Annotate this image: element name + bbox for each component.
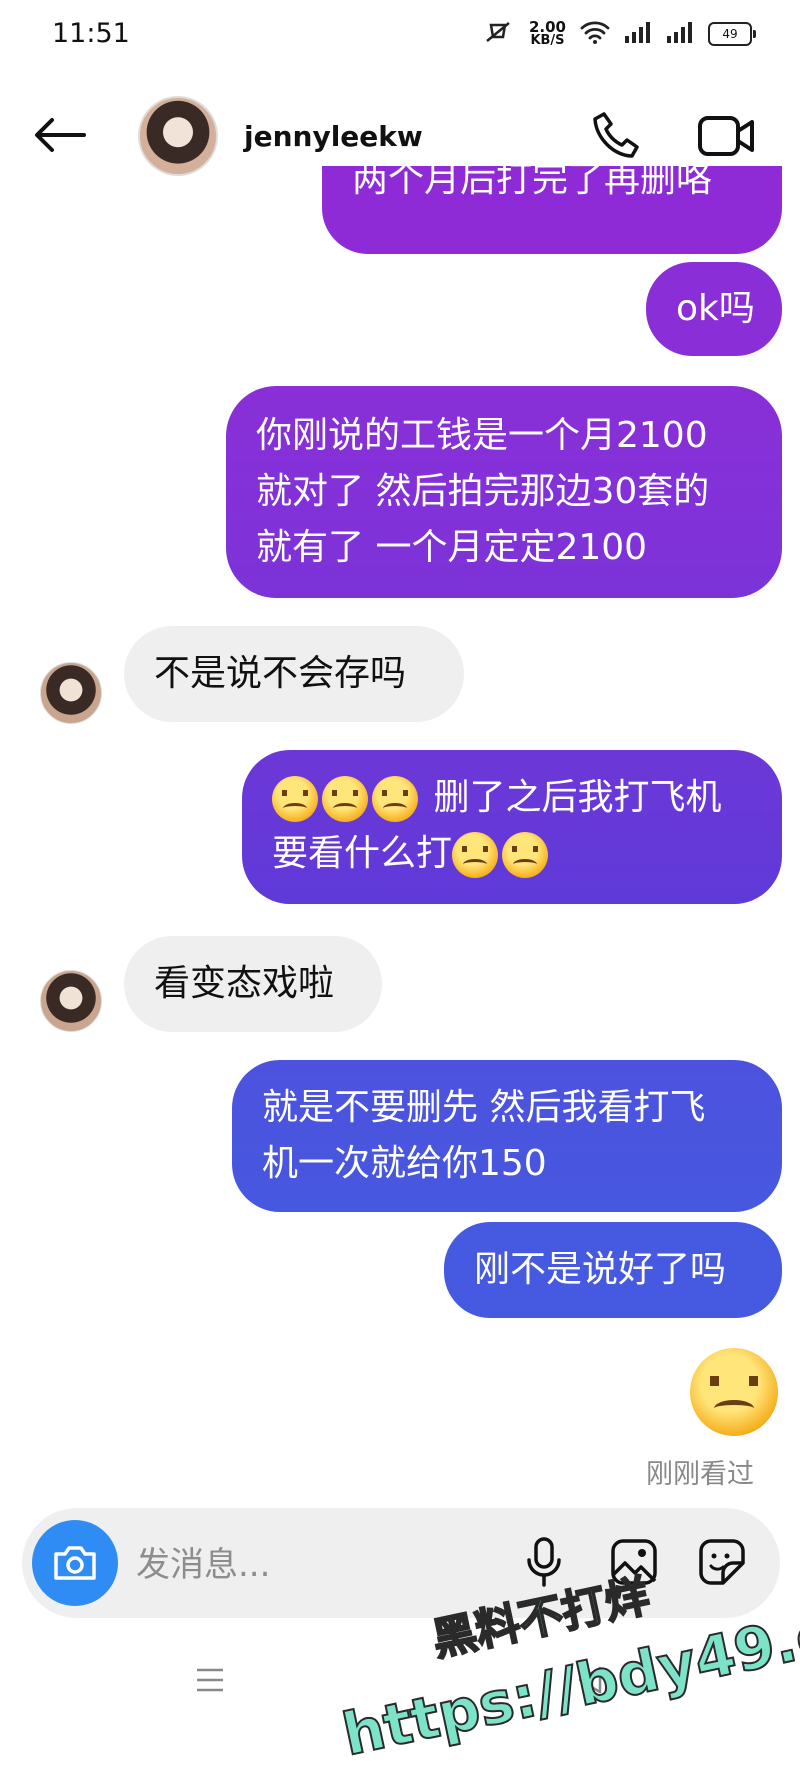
status-time: 11:51 [52, 18, 130, 49]
angry-face-emoji [502, 832, 549, 878]
camera-icon [54, 1546, 96, 1580]
video-call-button[interactable] [694, 106, 758, 166]
back-button[interactable] [30, 110, 90, 160]
video-camera-icon [698, 116, 754, 156]
incoming-message[interactable]: 看变态戏啦 [124, 936, 382, 1032]
sticker-button[interactable] [690, 1530, 754, 1594]
outgoing-message[interactable]: 删了之后我打飞机 要看什么打 [242, 750, 782, 904]
menu-icon [197, 1668, 223, 1692]
wifi-icon [580, 20, 610, 48]
outgoing-message[interactable]: 就是不要删先 然后我看打飞 机一次就给你150 [232, 1060, 782, 1212]
mute-vibrate-icon [481, 19, 515, 49]
outgoing-message[interactable]: 两个月后打完了再删咯 [322, 166, 782, 254]
seen-status: 刚刚看过 [646, 1459, 754, 1490]
message-input[interactable] [134, 1536, 498, 1594]
incoming-message[interactable]: 不是说不会存吗 [124, 626, 464, 722]
contact-avatar[interactable] [138, 96, 218, 176]
signal-icon [624, 20, 652, 48]
message-composer [22, 1508, 780, 1618]
outgoing-message[interactable]: 刚不是说好了吗 [444, 1222, 782, 1318]
phone-icon [593, 112, 639, 158]
battery-icon: 49 [708, 22, 756, 46]
signal-icon-2 [666, 20, 694, 48]
contact-username[interactable]: jennyleekw [244, 120, 423, 153]
sender-avatar[interactable] [40, 970, 102, 1032]
angry-face-emoji-large[interactable] [690, 1348, 778, 1436]
status-bar: 11:51 2.00 KB/S 49 [0, 0, 800, 70]
angry-face-emoji [372, 776, 418, 822]
status-icons: 2.00 KB/S 49 [481, 16, 756, 52]
camera-button[interactable] [32, 1520, 118, 1606]
outgoing-message[interactable]: ok吗 [646, 262, 782, 356]
recent-apps-button[interactable] [190, 1660, 230, 1700]
arrow-left-icon [35, 118, 86, 152]
sender-avatar[interactable] [40, 662, 102, 724]
angry-face-emoji [452, 832, 499, 878]
angry-face-emoji [322, 776, 368, 822]
angry-face-emoji [272, 776, 318, 822]
sticker-icon [699, 1539, 745, 1585]
net-speed: 2.00 KB/S [528, 18, 566, 48]
outgoing-message[interactable]: 你刚说的工钱是一个月2100 就对了 然后拍完那边30套的 就有了 一个月定定2… [226, 386, 782, 598]
voice-call-button[interactable] [586, 106, 646, 166]
